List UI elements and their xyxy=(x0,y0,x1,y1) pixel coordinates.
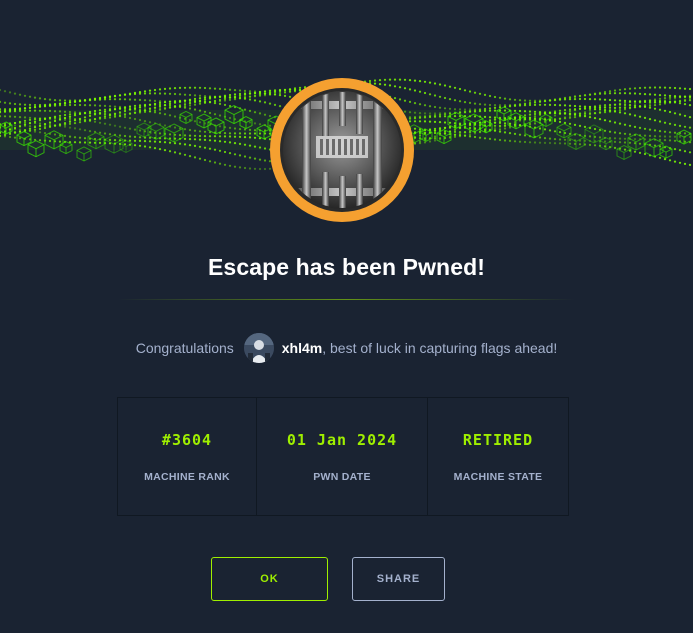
username-link[interactable]: xhl4m xyxy=(282,340,322,356)
ok-button[interactable]: OK xyxy=(211,557,328,601)
stat-label: MACHINE STATE xyxy=(453,470,543,483)
share-button[interactable]: SHARE xyxy=(352,557,445,601)
page-title: Escape has been Pwned! xyxy=(207,254,486,280)
stat-label: PWN DATE xyxy=(313,470,371,483)
avatar[interactable] xyxy=(243,333,274,363)
stat-value: RETIRED xyxy=(462,430,534,449)
stats-panel: #3604 MACHINE RANK 01 Jan 2024 PWN DATE … xyxy=(117,397,569,516)
stat-value: #3604 xyxy=(161,430,213,449)
stat-machine-state: RETIRED MACHINE STATE xyxy=(428,398,568,515)
stat-machine-rank: #3604 MACHINE RANK xyxy=(118,398,257,515)
stat-pwn-date: 01 Jan 2024 PWN DATE xyxy=(257,398,428,515)
user-avatar-icon xyxy=(243,333,274,363)
congrats-suffix: , best of luck in capturing flags ahead! xyxy=(322,340,558,356)
stat-value: 01 Jan 2024 xyxy=(286,430,398,449)
stat-label: MACHINE RANK xyxy=(144,470,230,483)
machine-badge xyxy=(268,76,416,224)
congrats-message: Congratulations xhl4m, best of luck in c… xyxy=(0,333,693,363)
divider xyxy=(118,299,575,300)
congrats-prefix: Congratulations xyxy=(135,340,234,356)
prison-bars-icon xyxy=(270,78,414,222)
